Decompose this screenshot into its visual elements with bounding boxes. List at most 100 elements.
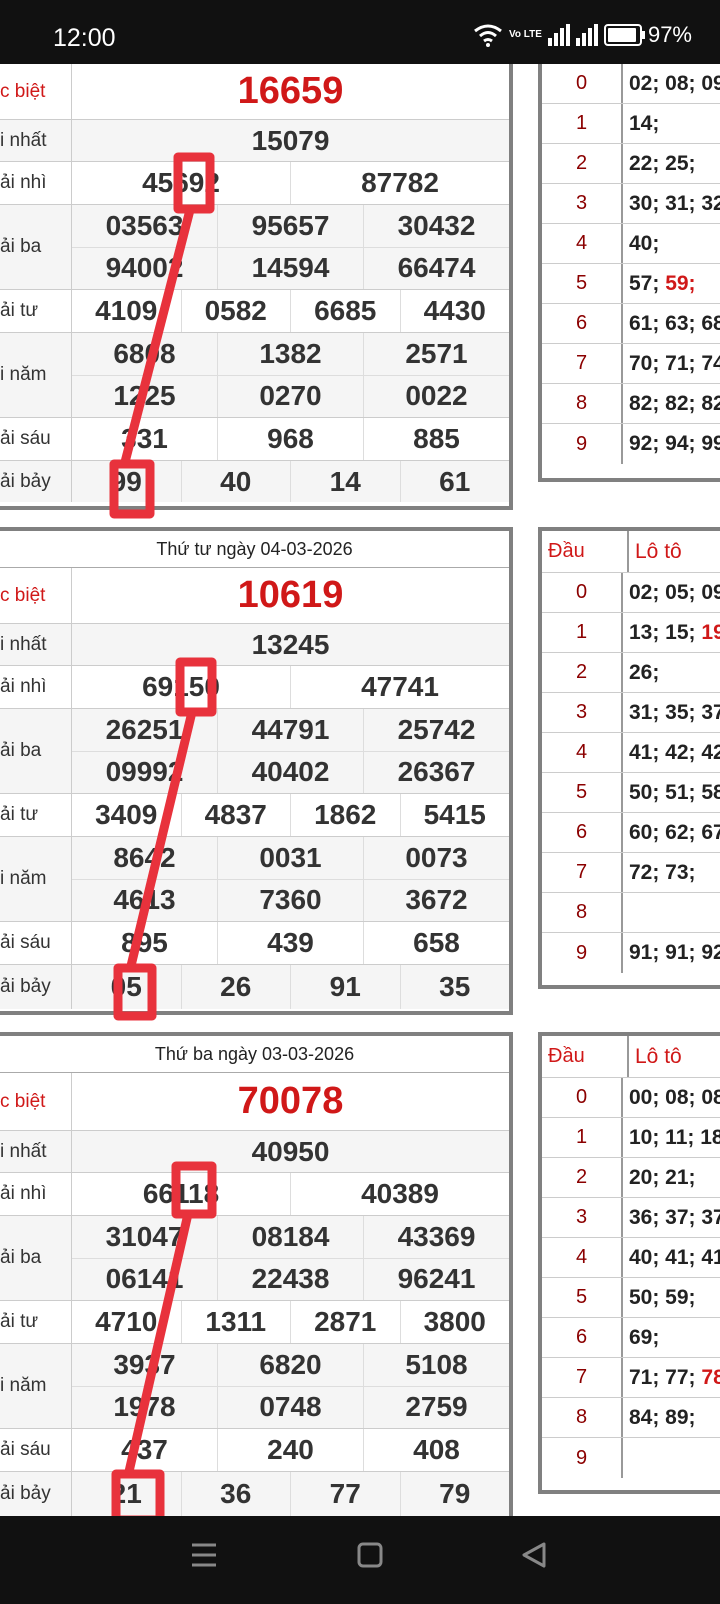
- prize-number: 47741: [361, 671, 439, 702]
- row-sixth-prize: ải sáu 895 439 658: [0, 922, 509, 965]
- prize-values-line: 15079: [72, 120, 509, 161]
- prize-values-line: 3409 4837 1862 5415: [72, 794, 509, 836]
- prize-values-line: 99 40 14 61: [72, 461, 509, 502]
- volte-icon: Vo LTE: [508, 29, 542, 40]
- loto-row: 2 20; 21;: [542, 1158, 720, 1198]
- loto-values: 91; 91; 92: [629, 941, 720, 964]
- row-third-prize: ải ba 31047 08184 43369 06141 22438 96241: [0, 1216, 509, 1301]
- loto-values: 72; 73;: [629, 860, 696, 884]
- prize-values: 10619: [72, 568, 509, 623]
- prize-number: 4710: [72, 1301, 182, 1343]
- prize-values-line: 69150 47741: [72, 666, 509, 708]
- loto-head-digit: 0: [542, 573, 623, 612]
- loto-head-digit: 3: [542, 1198, 623, 1237]
- loto-head-digit: Đầu: [542, 531, 629, 572]
- prize-number: 4430: [423, 295, 486, 326]
- prize-label: ải sáu: [0, 1429, 72, 1471]
- navigation-bar: [0, 1516, 720, 1604]
- prize-number: 8642: [72, 837, 218, 879]
- prize-number: 3672: [405, 884, 468, 916]
- loto-values: 36; 37; 37: [629, 1205, 720, 1229]
- loto-row: 8: [542, 893, 720, 933]
- loto-head-digit: 0: [542, 1078, 623, 1117]
- prize-number: 1382: [218, 333, 364, 375]
- loto-head-digit: 1: [542, 1118, 623, 1157]
- loto-row: 0 00; 08; 08: [542, 1078, 720, 1118]
- loto-row: 7 70; 71; 74: [542, 344, 720, 384]
- prize-number: 2759: [405, 1391, 468, 1423]
- prize-number: 43369: [397, 1220, 476, 1252]
- prize-values-line: 70078: [72, 1073, 509, 1130]
- loto-values: 84; 89;: [629, 1405, 696, 1429]
- loto-head-digit: 8: [542, 1398, 623, 1437]
- row-seventh-prize: ải bảy 21 36 77 79: [0, 1472, 509, 1516]
- prize-number: 7360: [218, 879, 364, 921]
- prize-number: 22438: [218, 1258, 364, 1300]
- prize-number: 1978: [72, 1386, 218, 1428]
- highlight-loto: 78: [701, 1365, 720, 1389]
- loto-head-digit: 7: [542, 344, 623, 383]
- loto-row: 1 14;: [542, 104, 720, 144]
- prize-number: 40389: [361, 1178, 439, 1209]
- prize-number: 0073: [405, 841, 468, 873]
- prize-values: 16659: [72, 64, 509, 119]
- menu-icon[interactable]: [190, 1540, 218, 1570]
- prize-values-line: 6808 1382 2571: [72, 333, 509, 375]
- loto-row: 1 13; 15; 19: [542, 613, 720, 653]
- loto-row: 9 92; 94; 99: [542, 424, 720, 464]
- prize-values: 26251 44791 25742 09992 40402 26367: [72, 709, 509, 793]
- prize-values: 70078: [72, 1073, 509, 1130]
- prize-values: 40950: [72, 1131, 509, 1172]
- signal-icon-2: [575, 24, 598, 46]
- home-icon[interactable]: [356, 1540, 384, 1570]
- prize-number: 240: [218, 1429, 364, 1471]
- prize-label: ải tư: [0, 290, 72, 332]
- loto-values: 13; 15; 19: [623, 613, 720, 652]
- row-second-prize: ải nhì 45692 87782: [0, 162, 509, 205]
- prize-label: ải nhì: [0, 1173, 72, 1215]
- special-prize-value: 70078: [237, 1080, 344, 1122]
- prize-values: 31047 08184 43369 06141 22438 96241: [72, 1216, 509, 1300]
- row-seventh-prize: ải bảy 99 40 14 61: [0, 461, 509, 502]
- loto-head-digit: 5: [542, 773, 623, 812]
- prize-values-line: 16659: [72, 64, 509, 119]
- back-icon[interactable]: [520, 1540, 548, 1570]
- loto-head-digit: 9: [542, 1438, 623, 1478]
- prize-number: 439: [218, 922, 364, 964]
- loto-row: 1 10; 11; 18: [542, 1118, 720, 1158]
- battery-level: 97%: [647, 22, 692, 47]
- loto-values: 71; 77; 78: [623, 1358, 720, 1397]
- prize-label: ải ba: [0, 205, 72, 289]
- prize-number: 3409: [72, 794, 182, 836]
- battery-icon: [603, 24, 645, 46]
- prize-number: 331: [72, 418, 218, 460]
- prize-number: 35: [439, 971, 471, 1002]
- status-icons: Vo LTE 97%: [473, 22, 692, 48]
- prize-label: ải nhì: [0, 666, 72, 708]
- loto-head-digit: 9: [542, 424, 623, 464]
- prize-label: c biệt: [0, 64, 72, 119]
- prize-number: 968: [218, 418, 364, 460]
- loto-values: 02; 05; 09: [629, 580, 720, 604]
- loto-values: 41; 42; 42: [629, 740, 720, 764]
- prize-values: 3937 6820 5108 1978 0748 2759: [72, 1344, 509, 1428]
- loto-row: 7 71; 77; 78: [542, 1358, 720, 1398]
- prize-values-line: 1978 0748 2759: [72, 1385, 509, 1428]
- block-date-title: Thứ tư ngày 04-03-2026: [0, 531, 509, 568]
- prize-number: 66474: [397, 252, 476, 284]
- prize-values: 6808 1382 2571 1225 0270 0022: [72, 333, 509, 417]
- loto-head-digit: 4: [542, 1238, 623, 1277]
- loto-row: 9: [542, 1438, 720, 1478]
- loto-values: 31; 35; 37: [629, 700, 720, 724]
- loto-row: 6 60; 62; 67: [542, 813, 720, 853]
- prize-number: 03563: [72, 205, 218, 247]
- special-prize-value: 10619: [237, 574, 344, 616]
- loto-head-digit: 1: [542, 613, 623, 652]
- loto-values: 60; 62; 67: [629, 820, 720, 844]
- prize-values: 99 40 14 61: [72, 461, 509, 502]
- prize-values-line: 437 240 408: [72, 1429, 509, 1471]
- prize-number: 99: [72, 461, 182, 502]
- prize-number: 13245: [251, 628, 330, 660]
- row-special-prize: c biệt 70078: [0, 1073, 509, 1131]
- prize-number: 14: [291, 461, 401, 502]
